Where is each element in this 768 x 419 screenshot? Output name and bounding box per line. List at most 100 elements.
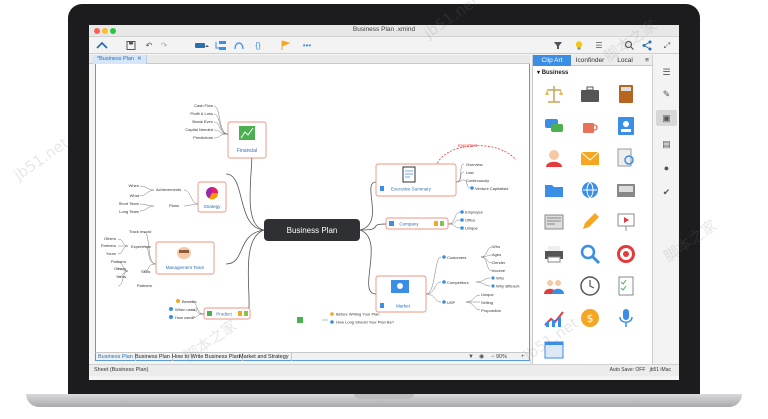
idea-icon[interactable] — [574, 40, 584, 51]
central-topic[interactable]: Business Plan — [264, 219, 360, 241]
clipart-contact-card-icon[interactable] — [615, 115, 637, 137]
sheet-tab-4[interactable]: Market and Strategy — [237, 353, 292, 361]
leaf-who-1[interactable]: Who — [492, 244, 501, 249]
subtopic-continuously[interactable]: Continuously — [466, 178, 489, 183]
boundary-icon[interactable]: {} — [252, 40, 264, 51]
subtopic-customers[interactable]: Customers — [447, 255, 466, 260]
sheet-tab-3[interactable]: How to Write Business Plan — [170, 353, 243, 361]
subtopic-office[interactable]: Office — [465, 218, 476, 223]
sheet-tab-1[interactable]: Business Plan — [96, 353, 136, 361]
clipart-team-icon[interactable] — [543, 275, 565, 297]
clipart-magnifier-icon[interactable] — [579, 243, 601, 265]
redo-icon[interactable]: ↷ — [159, 40, 169, 51]
document-tab[interactable]: *Business Plan ✕ — [93, 55, 147, 64]
clipart-growth-chart-icon[interactable] — [543, 307, 565, 329]
clipart-inbox-icon[interactable] — [615, 179, 637, 201]
subtopic-how-used[interactable]: How used? — [175, 315, 196, 320]
save-icon[interactable] — [126, 40, 136, 51]
subtopic-benefits[interactable]: Benefits — [182, 299, 196, 304]
subtopic-track-record[interactable]: Track record — [129, 229, 151, 234]
leaf-unique[interactable]: Unique — [481, 292, 494, 297]
undo-icon[interactable]: ↶ — [144, 40, 154, 51]
leaf-partners-2[interactable]: Partners — [111, 259, 126, 264]
section-business[interactable]: ▾ Business — [537, 69, 568, 76]
share-icon[interactable] — [642, 40, 652, 51]
clipart-chat-icon[interactable] — [543, 115, 565, 137]
clipart-scales-icon[interactable] — [543, 83, 565, 105]
leaf-who-2[interactable]: Who — [496, 276, 505, 281]
clipart-envelope-icon[interactable] — [579, 147, 601, 169]
subtopic-short-team[interactable]: Short Team — [119, 201, 140, 206]
clipart-window-icon[interactable] — [543, 339, 565, 361]
zoom-level[interactable]: 90% — [496, 353, 507, 361]
subtopic-last[interactable]: Last — [466, 170, 474, 175]
filter-icon[interactable]: ▼ — [468, 354, 474, 360]
subtopic-experience[interactable]: Experience — [131, 244, 152, 249]
notes-icon[interactable]: ▤ — [661, 139, 672, 150]
subtopic-when[interactable]: When — [129, 183, 139, 188]
mindmap-canvas[interactable]: Important Business Plan Financial Cash F… — [95, 64, 530, 352]
clipart-target-icon[interactable] — [615, 243, 637, 265]
search-icon[interactable] — [624, 40, 634, 51]
leaf-partners-3[interactable]: Partners — [137, 283, 152, 288]
subtopic-competitors[interactable]: Competitors — [447, 280, 469, 285]
subtopic-venture-capitalists[interactable]: Venture Capitalists — [475, 186, 508, 191]
subtopic-cash-flow[interactable]: Cash Flow — [194, 103, 213, 108]
clipart-checklist-icon[interactable] — [615, 275, 637, 297]
clipart-clock-icon[interactable] — [579, 275, 601, 297]
topic-company[interactable]: Company — [385, 217, 449, 230]
leaf-ages[interactable]: Ages — [492, 252, 501, 257]
leaf-why-different[interactable]: Why different — [496, 284, 520, 289]
image-icon[interactable]: ▣ — [656, 110, 677, 126]
subtopic-capital-needed[interactable]: Capital Needed — [185, 127, 213, 132]
autosave-status[interactable]: Auto Save: OFF — [610, 367, 646, 373]
clipart-coffee-icon[interactable] — [579, 115, 601, 137]
leaf-gender[interactable]: Gender — [492, 260, 506, 265]
clipart-folder-icon[interactable] — [543, 179, 565, 201]
clipart-briefcase-icon[interactable] — [579, 83, 601, 105]
clipart-document-search-icon[interactable] — [615, 147, 637, 169]
tab-local[interactable]: Local — [609, 55, 641, 66]
sheet-tab-2[interactable]: Business Plan — [133, 353, 173, 361]
subtopic-plans[interactable]: Plans — [169, 203, 179, 208]
leaf-yours-2[interactable]: Yours — [116, 274, 126, 279]
subtopic-profit-loss[interactable]: Profit & Loss — [190, 111, 213, 116]
subtopic-predictions[interactable]: Predictions — [193, 135, 213, 140]
clipart-pencil-icon[interactable] — [579, 211, 601, 233]
subtopic-skills[interactable]: Skills — [141, 269, 150, 274]
floating-before-writing[interactable]: Before Writing Your Plan — [336, 312, 380, 317]
eye-icon[interactable]: ◉ — [479, 354, 484, 360]
leaf-others-2[interactable]: Others — [114, 266, 126, 271]
topic-executive-summary[interactable]: Executive Summary — [375, 163, 457, 197]
outline-icon[interactable]: ☰ — [594, 40, 604, 51]
zoom-in-icon[interactable]: + — [521, 354, 525, 360]
clipart-globe-icon[interactable] — [579, 179, 601, 201]
leaf-yours-1[interactable]: Yours — [106, 251, 116, 256]
subtopic-employee[interactable]: Employee — [465, 210, 484, 215]
subtopic-when-used[interactable]: When used? — [175, 307, 198, 312]
topic-financial[interactable]: Financial — [227, 121, 267, 159]
fullscreen-icon[interactable]: ⤢ — [662, 40, 672, 51]
subtopic-long-team[interactable]: Long Team — [119, 209, 139, 214]
more-icon[interactable]: ••• — [299, 40, 315, 51]
subtopic-unique[interactable]: Unique — [465, 226, 478, 231]
task-icon[interactable]: ✔ — [661, 187, 672, 198]
subtopic-overview[interactable]: Overview — [466, 162, 483, 167]
outline-icon[interactable]: ☰ — [661, 67, 672, 78]
clipart-coin-icon[interactable]: $ — [579, 307, 601, 329]
home-icon[interactable] — [96, 40, 108, 51]
format-icon[interactable]: ✎ — [661, 89, 672, 100]
tab-iconfinder[interactable]: Iconfinder — [571, 55, 609, 66]
leaf-partners-1[interactable]: Partners — [101, 243, 116, 248]
topic-icon[interactable] — [194, 40, 210, 51]
clipart-printer-icon[interactable] — [543, 243, 565, 265]
subtopic-break-even[interactable]: Break Even — [192, 119, 213, 124]
relationship-icon[interactable] — [233, 40, 245, 51]
clipart-newspaper-icon[interactable] — [543, 211, 565, 233]
leaf-proposition[interactable]: Proposition — [481, 308, 501, 313]
filter-icon[interactable] — [553, 40, 563, 51]
tab-clip-art[interactable]: Clip Art — [533, 55, 571, 66]
clipart-calculator-icon[interactable] — [615, 83, 637, 105]
marker-icon[interactable] — [280, 40, 290, 51]
topic-product[interactable]: Product — [203, 307, 251, 320]
